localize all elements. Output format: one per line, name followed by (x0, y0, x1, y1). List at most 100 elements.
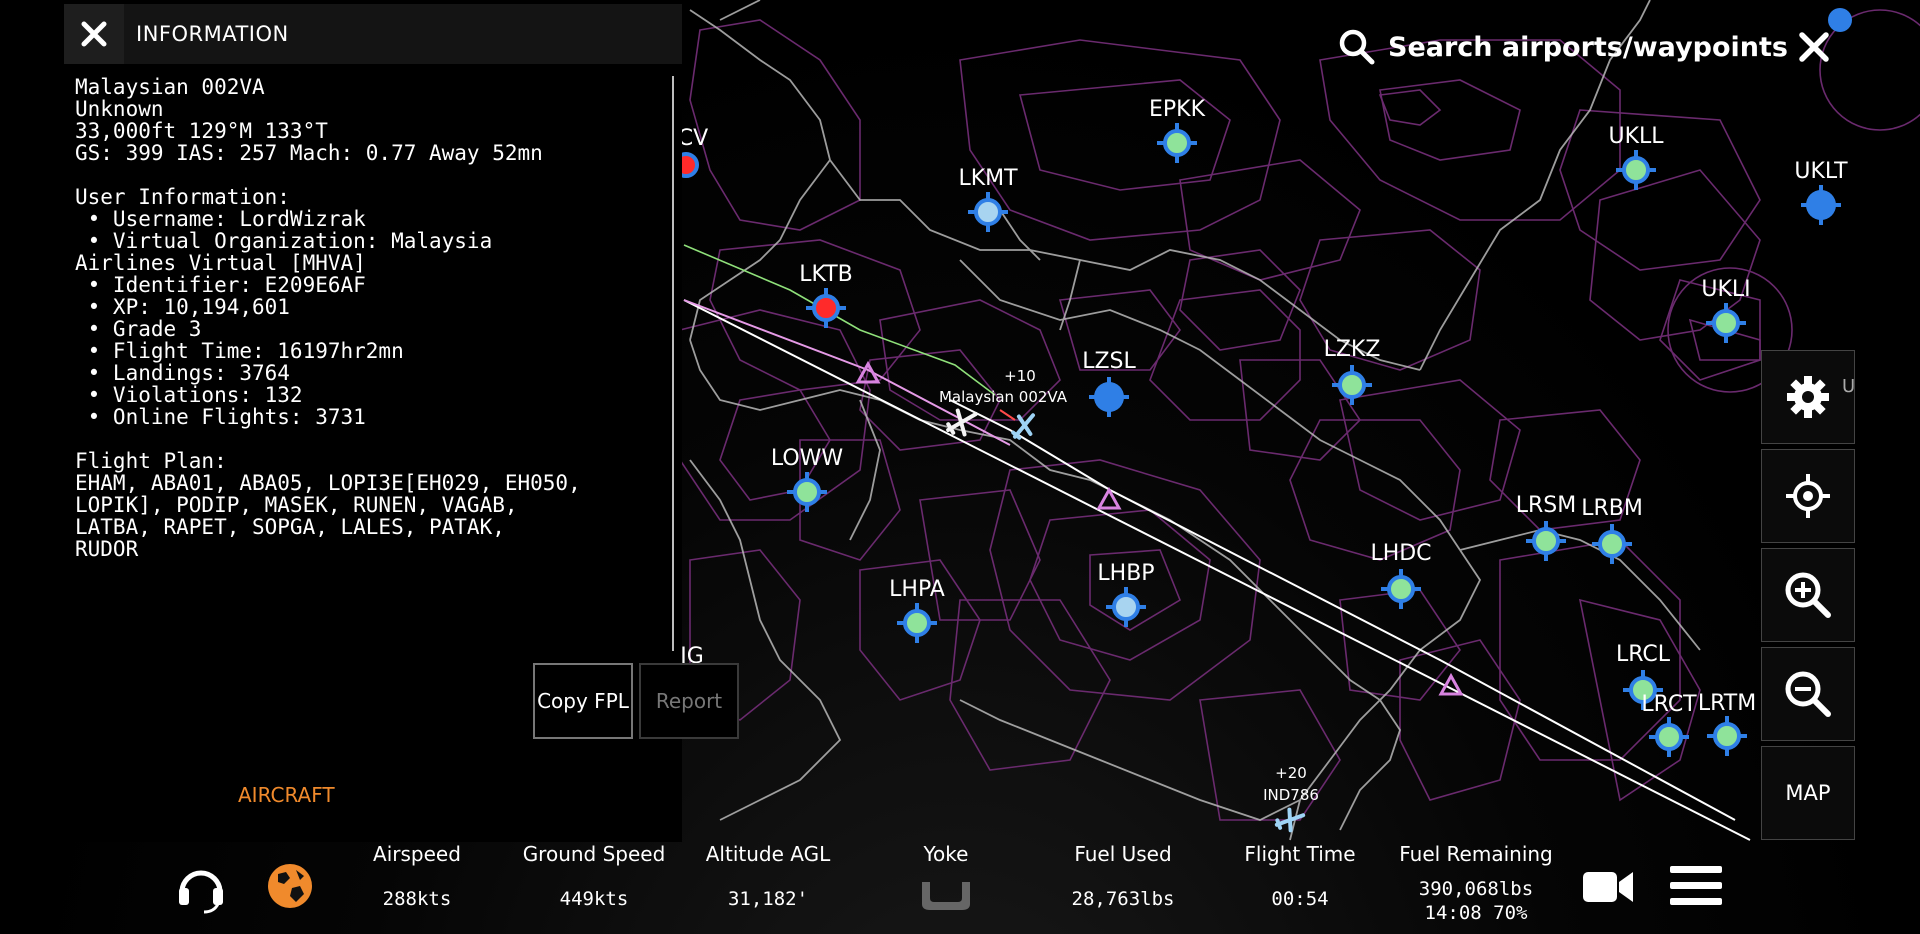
center-button[interactable] (1761, 449, 1855, 543)
airport-ukli[interactable]: UKLI (1701, 277, 1751, 343)
info-line: LOPIK], PODIP, MASEK, RUNEN, VAGAB, (75, 493, 518, 517)
airport-lrtm[interactable]: LRTM (1698, 691, 1756, 756)
aircraft-ind786[interactable]: +20 IND786 (1263, 764, 1319, 834)
info-line: • Identifier: E209E6AF (75, 273, 366, 297)
airport-markers[interactable]: EPKK LKMT LKTB LZSL LZKZ LOWW LHPA LHBP LHDC LRSM… (771, 97, 1848, 757)
airport-lrct[interactable]: LRCT (1641, 692, 1697, 757)
info-line: • Landings: 3764 (75, 361, 290, 385)
headset-icon[interactable] (174, 860, 228, 914)
airport-lhpa[interactable]: LHPA (889, 577, 945, 643)
info-line: Malaysian 002VA (75, 75, 265, 99)
airport-lhdc[interactable]: LHDC (1370, 541, 1432, 609)
airport-code: LRSM (1516, 493, 1577, 518)
airport-lzsl[interactable]: LZSL (1082, 349, 1137, 417)
aircraft-malaysian-002va[interactable]: +10 Malaysian 002VA (939, 367, 1068, 443)
search-icon (1339, 29, 1375, 65)
fuel-remaining-label: Fuel Remaining (1399, 842, 1553, 866)
info-line: Airlines Virtual [MHVA] (75, 251, 366, 275)
airport-code: LRBM (1581, 496, 1643, 521)
info-scrollbar[interactable] (672, 76, 674, 651)
copy-fpl-button[interactable]: Copy FPL (533, 663, 633, 739)
airport-code: UKLT (1794, 159, 1848, 184)
airport-ukll[interactable]: UKLL (1608, 124, 1664, 190)
airport-code: LRCL (1616, 642, 1671, 667)
info-line: • Virtual Organization: Malaysia (75, 229, 493, 253)
crosshair-icon (1786, 474, 1830, 518)
information-panel: INFORMATION Malaysian 002VA Unknown 33,000… (64, 4, 739, 842)
airport-code: LKMT (958, 166, 1018, 191)
altitude-value: 31,182' (727, 888, 809, 910)
menu-icon[interactable] (1670, 864, 1722, 908)
flight-time-label: Flight Time (1244, 842, 1356, 866)
gear-icon (1787, 376, 1829, 418)
airport-code: LHPA (889, 577, 945, 602)
info-line: Unknown (75, 97, 164, 121)
aircraft-alt-delta: +10 (1004, 367, 1036, 385)
zoom-out-button[interactable] (1761, 647, 1855, 741)
info-line: 33,000ft 129°M 133°T (75, 119, 328, 143)
close-info-button[interactable] (64, 4, 124, 64)
airport-code: LZKZ (1324, 337, 1381, 362)
fuel-used-value: 28,763lbs (1071, 888, 1175, 910)
info-title: INFORMATION (136, 22, 289, 46)
close-icon[interactable] (1797, 30, 1831, 64)
info-line: User Information: (75, 185, 290, 209)
zoom-in-button[interactable] (1761, 548, 1855, 642)
fuel-used-label: Fuel Used (1074, 842, 1172, 866)
report-button[interactable]: Report (639, 663, 739, 739)
svg-text:CV: CV (678, 126, 708, 151)
info-line: Flight Plan: (75, 449, 227, 473)
aircraft-alt-delta: +20 (1275, 764, 1307, 782)
flight-time-value: 00:54 (1271, 888, 1329, 910)
info-line: LATBA, RAPET, SOPGA, LALES, PATAK, (75, 515, 505, 539)
info-text[interactable]: Malaysian 002VA Unknown 33,000ft 129°M 133… (75, 74, 665, 652)
airport-code: UKLI (1701, 277, 1750, 302)
airport-uklt[interactable]: UKLT (1794, 159, 1848, 225)
aircraft-callsign: IND786 (1263, 786, 1319, 804)
info-line: • Flight Time: 16197hr2mn (75, 339, 404, 363)
airport-code: LRCT (1641, 692, 1697, 717)
info-line: • XP: 10,194,601 (75, 295, 290, 319)
airport-code: LKTB (799, 262, 853, 287)
info-line: • Online Flights: 3731 (75, 405, 366, 429)
aircraft-callsign: Malaysian 002VA (939, 388, 1068, 406)
yoke-label: Yoke (923, 842, 969, 866)
airport-lktb[interactable]: LKTB (799, 262, 853, 328)
video-camera-icon[interactable] (1581, 866, 1635, 908)
search-bar[interactable]: Search airports/waypoints (1338, 28, 1788, 66)
airport-code: LHDC (1370, 541, 1431, 566)
airport-lhbp[interactable]: LHBP (1097, 561, 1155, 627)
airport-epkk[interactable]: EPKK (1149, 97, 1206, 163)
bottom-bar: Airspeed 288kts Ground Speed 449kts Alti… (0, 840, 1920, 934)
ground-speed-value: 449kts (559, 888, 629, 910)
airport-code: LHBP (1097, 561, 1154, 586)
airport-loww[interactable]: LOWW (771, 446, 844, 512)
airport-code: LRTM (1698, 691, 1756, 716)
airport-code: LOWW (771, 446, 844, 471)
airport-lkmt[interactable]: LKMT (958, 166, 1018, 232)
info-line: • Grade 3 (75, 317, 202, 341)
yoke-icon (922, 882, 970, 910)
aircraft-tab[interactable]: AIRCRAFT (238, 783, 335, 807)
app-screen: EPKK LKMT LKTB LZSL LZKZ LOWW LHPA LHBP LHDC LRSM… (0, 0, 1920, 934)
airspeed-label: Airspeed (373, 842, 461, 866)
info-line: • Username: LordWizrak (75, 207, 366, 231)
info-line (75, 162, 665, 184)
info-line: EHAM, ABA01, ABA05, LOPI3E[EH029, EH050, (75, 471, 581, 495)
airport-code: UKLL (1608, 124, 1664, 149)
flight-route (683, 244, 1751, 841)
fuel-remaining-value: 390,068lbs (1418, 878, 1534, 900)
map-button[interactable]: MAP (1761, 746, 1855, 840)
info-line: RUDOR (75, 537, 139, 561)
airport-code: EPKK (1149, 97, 1206, 122)
globe-icon[interactable] (266, 862, 314, 910)
zoom-out-icon (1785, 671, 1831, 717)
map-button-label: MAP (1785, 781, 1831, 805)
airspeed-value: 288kts (382, 888, 452, 910)
close-icon (81, 21, 107, 47)
settings-button[interactable] (1761, 350, 1855, 444)
info-line: GS: 399 IAS: 257 Mach: 0.77 Away 52mn (75, 141, 543, 165)
partial-label-u: U (1842, 376, 1856, 397)
zoom-in-icon (1785, 572, 1831, 618)
info-header: INFORMATION (64, 4, 682, 64)
